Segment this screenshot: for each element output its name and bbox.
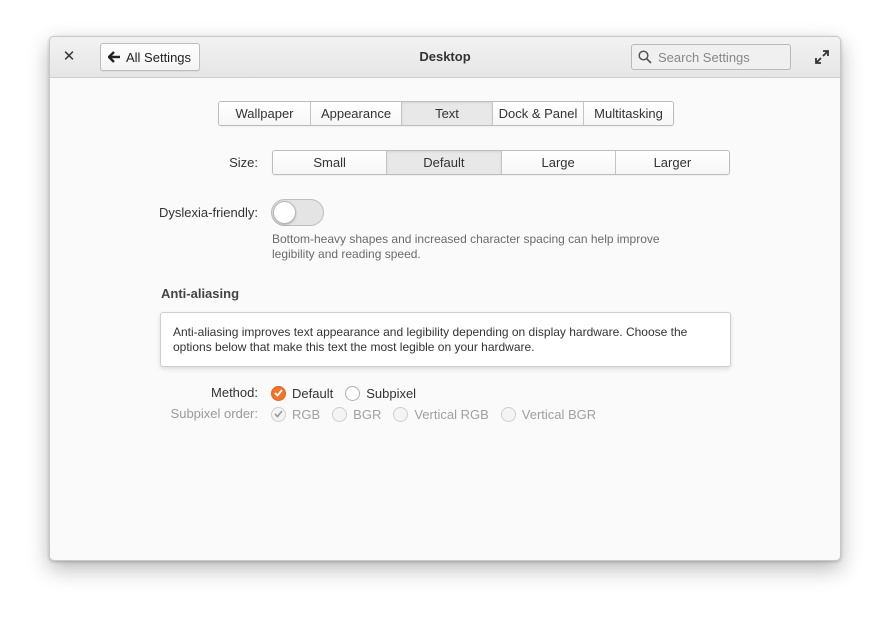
method-subpixel-radio[interactable]: Subpixel: [345, 385, 417, 401]
radio-empty-icon: [332, 406, 348, 422]
size-large-button[interactable]: Large: [500, 151, 615, 174]
tab-multitasking[interactable]: Multitasking: [583, 102, 673, 125]
radio-empty-icon: [393, 406, 409, 422]
size-selector: Small Default Large Larger: [272, 150, 730, 175]
settings-window: ✕ All Settings Desktop Wallpaper Appeara…: [49, 36, 841, 561]
settings-tabs: Wallpaper Appearance Text Dock & Panel M…: [218, 101, 674, 126]
toggle-knob: [273, 201, 296, 224]
method-subpixel-label: Subpixel: [366, 385, 417, 401]
search-icon: [638, 50, 652, 64]
size-small-button[interactable]: Small: [273, 151, 387, 174]
search-field[interactable]: [631, 44, 791, 70]
dyslexia-label: Dyslexia-friendly:: [159, 205, 258, 220]
method-label: Method:: [211, 385, 258, 400]
subpixel-order-label: Subpixel order:: [170, 406, 258, 421]
maximize-icon[interactable]: [814, 49, 830, 65]
subpixel-rgb-label: RGB: [292, 406, 321, 422]
tab-text[interactable]: Text: [401, 102, 492, 125]
subpixel-vertical-bgr-radio[interactable]: Vertical BGR: [500, 406, 597, 422]
subpixel-vertical-bgr-label: Vertical BGR: [521, 406, 597, 422]
subpixel-order-radio-group: RGB BGR Vertical RGB Vertical BGR: [271, 405, 608, 423]
search-input[interactable]: [658, 49, 778, 65]
check-icon: [271, 406, 286, 422]
subpixel-rgb-radio[interactable]: RGB: [271, 406, 321, 422]
radio-empty-icon: [500, 406, 516, 422]
method-radio-group: Default Subpixel: [271, 384, 428, 402]
method-default-radio[interactable]: Default: [271, 385, 334, 401]
subpixel-vertical-rgb-label: Vertical RGB: [414, 406, 489, 422]
subpixel-vertical-rgb-radio[interactable]: Vertical RGB: [393, 406, 489, 422]
dyslexia-toggle[interactable]: [271, 199, 324, 226]
antialiasing-heading: Anti-aliasing: [161, 286, 240, 301]
subpixel-bgr-radio[interactable]: BGR: [332, 406, 382, 422]
check-icon: [271, 385, 286, 401]
tab-appearance[interactable]: Appearance: [310, 102, 401, 125]
tab-dock-panel[interactable]: Dock & Panel: [492, 102, 583, 125]
size-label: Size:: [229, 155, 258, 170]
dyslexia-hint: Bottom-heavy shapes and increased charac…: [272, 232, 660, 261]
method-default-label: Default: [292, 385, 334, 401]
antialiasing-info: Anti-aliasing improves text appearance a…: [160, 312, 731, 367]
tab-wallpaper[interactable]: Wallpaper: [219, 102, 310, 125]
all-settings-back-button[interactable]: All Settings: [100, 43, 201, 71]
radio-empty-icon: [345, 385, 361, 401]
titlebar: ✕ All Settings Desktop: [50, 37, 840, 78]
arrow-left-icon: [108, 51, 120, 63]
subpixel-bgr-label: BGR: [353, 406, 382, 422]
back-button-label: All Settings: [126, 49, 192, 65]
close-button[interactable]: ✕: [60, 47, 78, 67]
size-default-button[interactable]: Default: [386, 151, 501, 174]
size-larger-button[interactable]: Larger: [614, 151, 729, 174]
